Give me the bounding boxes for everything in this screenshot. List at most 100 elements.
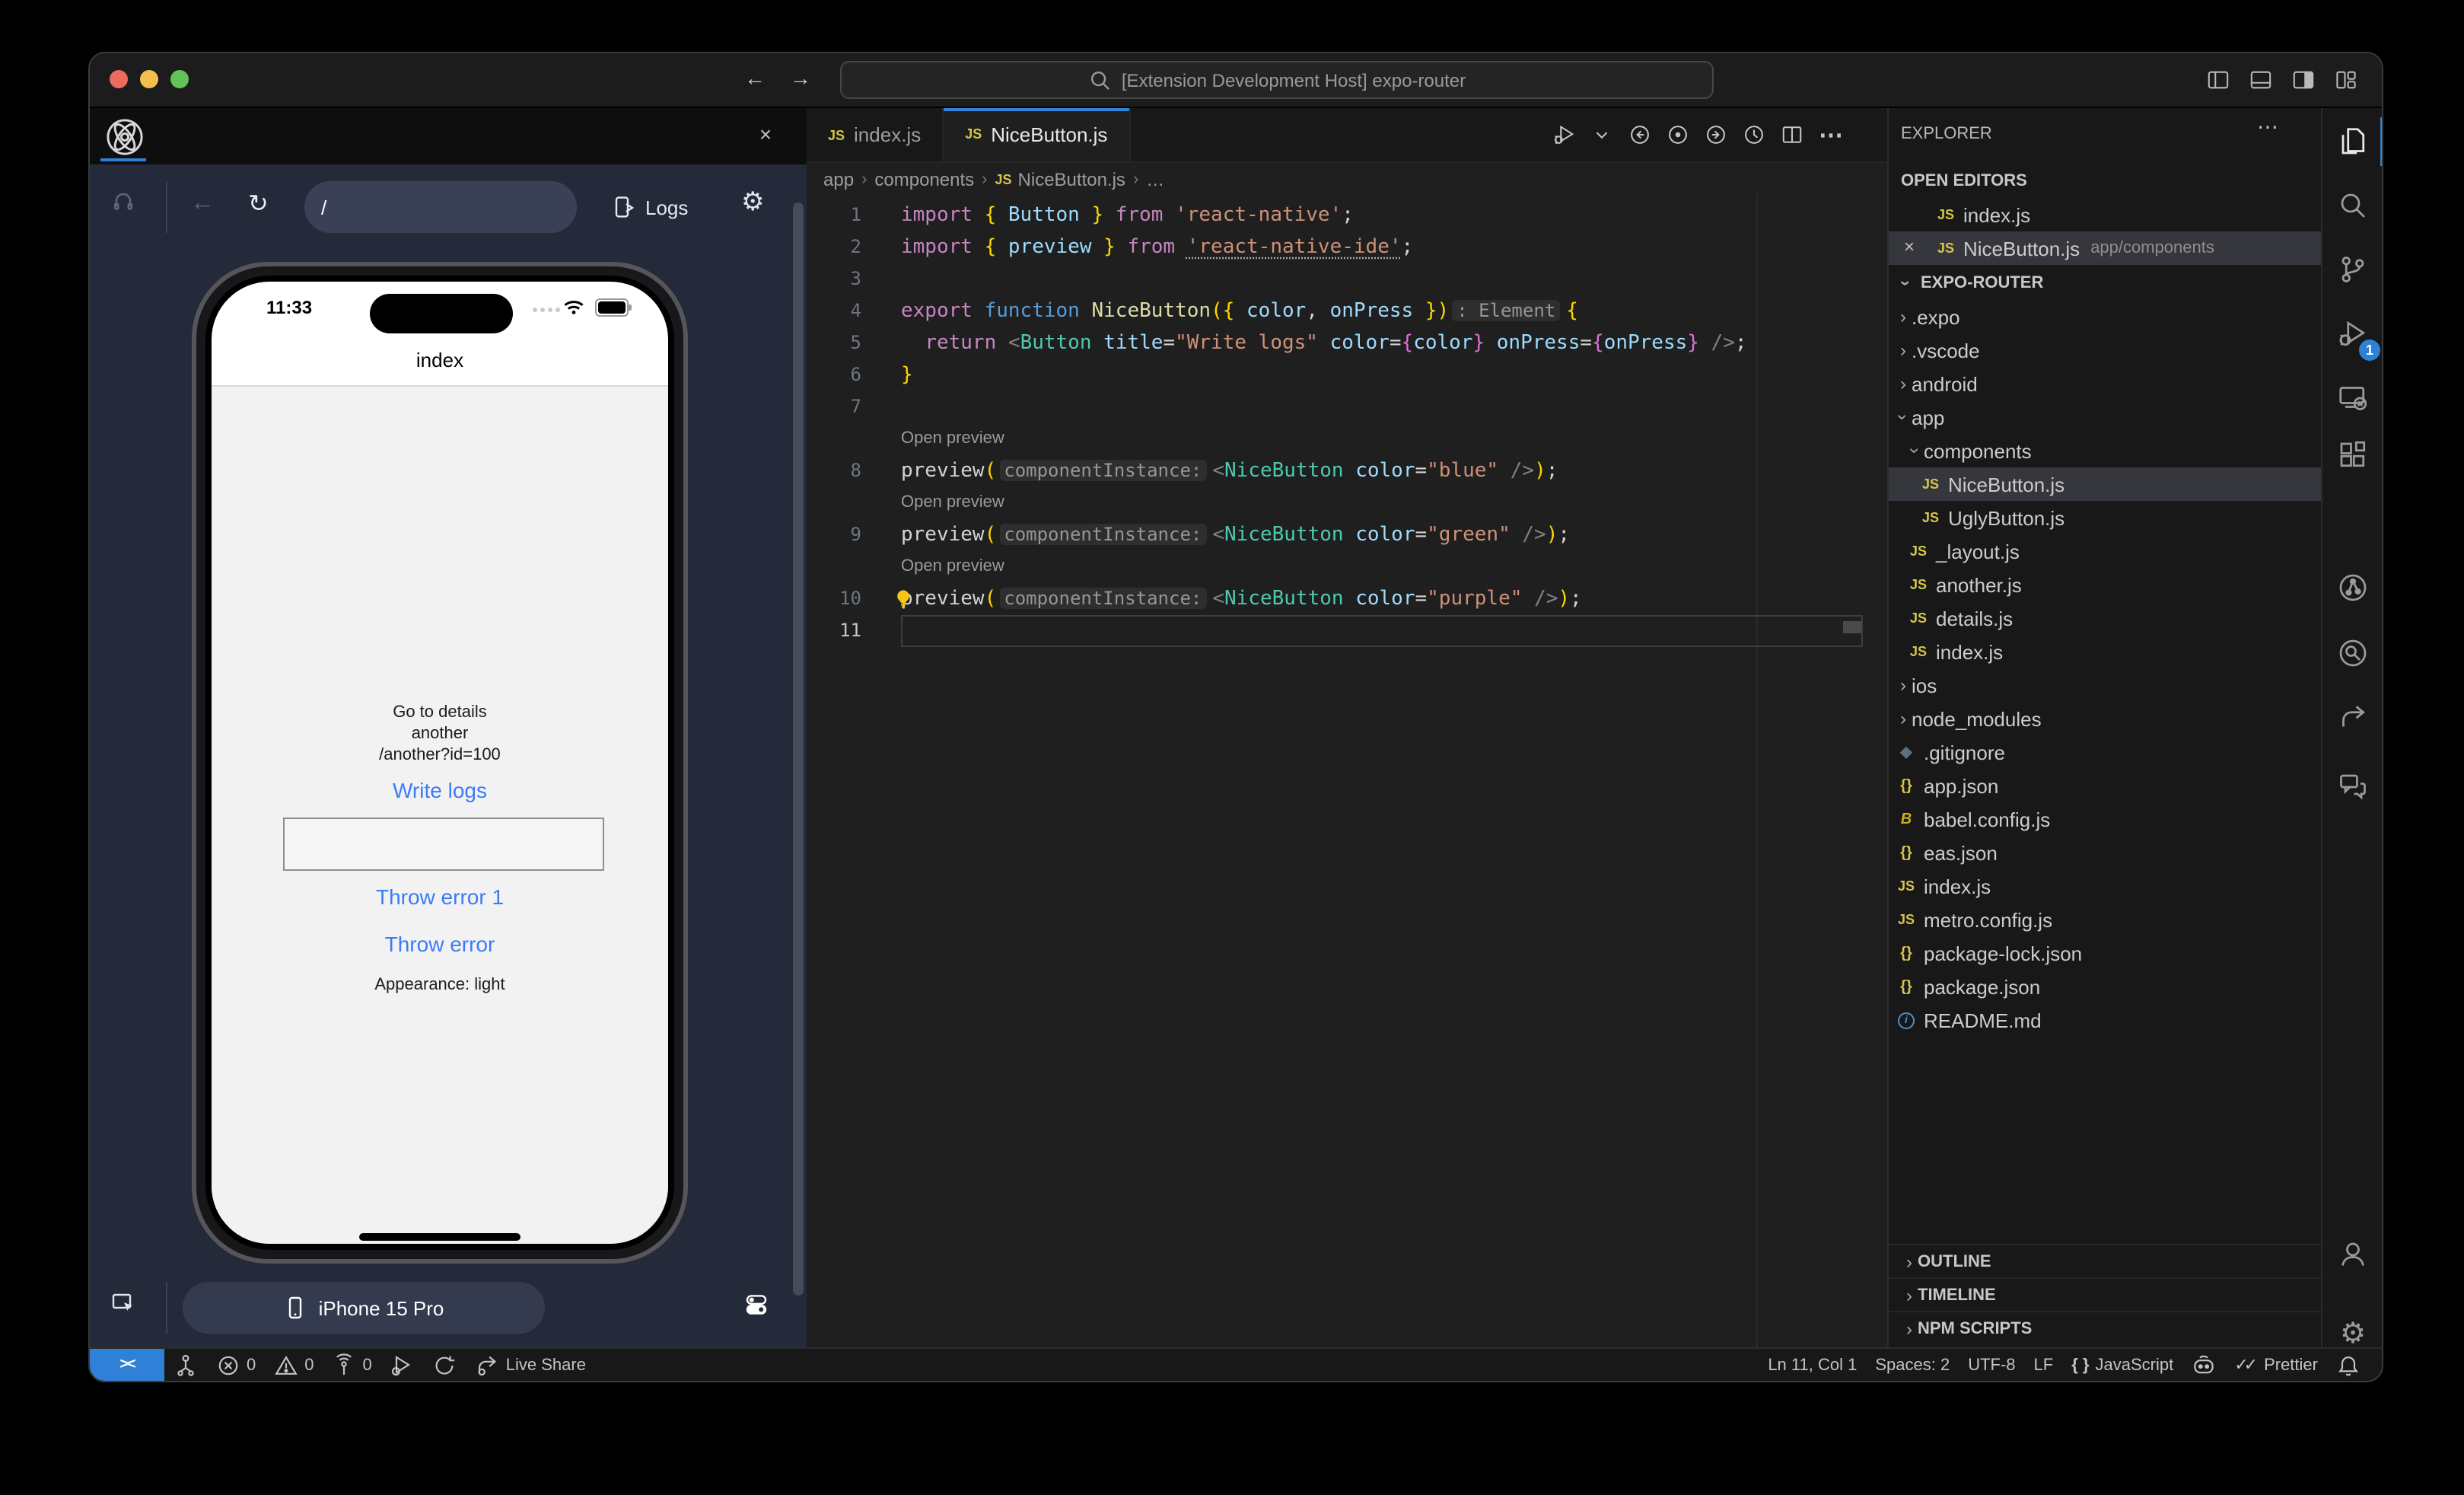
activity-explorer-icon[interactable] xyxy=(2329,117,2377,166)
lightbulb-icon[interactable] xyxy=(892,588,915,610)
activity-extensions-icon[interactable] xyxy=(2329,431,2377,480)
codelens-open-preview[interactable]: Open preview xyxy=(807,551,1887,583)
history-forward-button[interactable]: → xyxy=(790,65,811,90)
activity-source-control-icon[interactable] xyxy=(2329,245,2377,294)
throw-error-1-button[interactable]: Throw error 1 xyxy=(212,885,668,909)
open-editor-item[interactable]: ×JSNiceButton.jsapp/components xyxy=(1889,231,2321,265)
status-copilot[interactable] xyxy=(2182,1349,2225,1381)
status-remote[interactable]: >< xyxy=(90,1349,164,1381)
close-icon[interactable]: × xyxy=(752,120,779,148)
more-action-icon[interactable]: ⋯ xyxy=(1819,120,1845,150)
url-bar[interactable]: / xyxy=(304,181,577,233)
text-input[interactable] xyxy=(283,818,604,871)
open-editors-section[interactable]: OPEN EDITORS xyxy=(1901,172,2027,190)
section-timeline[interactable]: ›TIMELINE xyxy=(1889,1277,2321,1311)
tree-file-index-js[interactable]: JSindex.js xyxy=(1889,635,2321,668)
panel-left-toggle-icon[interactable] xyxy=(2207,69,2230,91)
circle-forward-action-icon[interactable] xyxy=(1705,123,1727,146)
status-live-share[interactable]: Live Share xyxy=(466,1349,595,1381)
code-editor[interactable]: 1import { Button } from 'react-native';2… xyxy=(807,193,1887,1347)
project-section[interactable]: ›EXPO-ROUTER xyxy=(1898,273,2043,294)
radon-ide-tab[interactable] xyxy=(105,117,145,157)
breadcrumb-item[interactable]: components xyxy=(874,168,974,190)
activity-settings-icon[interactable]: ⚙ xyxy=(2329,1309,2377,1358)
tree-file-package-json[interactable]: {}package.json xyxy=(1889,970,2321,1003)
tree-folder-node-modules[interactable]: ›node_modules xyxy=(1889,702,2321,735)
tree-file--layout-js[interactable]: JS_layout.js xyxy=(1889,534,2321,568)
tree-file-eas-json[interactable]: {}eas.json xyxy=(1889,836,2321,869)
status-debug-status[interactable] xyxy=(381,1349,424,1381)
status-indentation[interactable]: Spaces: 2 xyxy=(1866,1349,1959,1381)
breadcrumb[interactable]: app›components›JSNiceButton.js›… xyxy=(807,163,1887,195)
tree-file-readme-md[interactable]: iREADME.md xyxy=(1889,1003,2321,1037)
tree-file-uglybutton-js[interactable]: JSUglyButton.js xyxy=(1889,501,2321,534)
command-center-search[interactable]: [Extension Development Host] expo-router xyxy=(840,61,1714,99)
close-window-button[interactable] xyxy=(110,70,128,88)
breadcrumb-item[interactable]: JSNiceButton.js xyxy=(995,168,1125,190)
status-sync[interactable] xyxy=(424,1349,466,1381)
inspector-magnet-icon[interactable] xyxy=(111,190,135,215)
status-warnings[interactable]: 0 xyxy=(265,1349,323,1381)
status-language[interactable]: { }JavaScript xyxy=(2062,1349,2182,1381)
another-link[interactable]: another xyxy=(212,725,668,743)
tab-index-js[interactable]: JSindex.js xyxy=(807,108,944,161)
tab-nicebutton-js[interactable]: JSNiceButton.js xyxy=(944,108,1130,161)
activity-search-icon[interactable] xyxy=(2329,181,2377,230)
codelens-open-preview[interactable]: Open preview xyxy=(807,487,1887,519)
layout-toggle-icon[interactable] xyxy=(2335,69,2357,91)
logs-button[interactable]: Logs xyxy=(612,189,688,225)
tree-folder--expo[interactable]: ›.expo xyxy=(1889,300,2321,333)
activity-share-icon[interactable] xyxy=(2329,693,2377,741)
close-icon[interactable]: × xyxy=(1904,236,1915,257)
panel-bottom-toggle-icon[interactable] xyxy=(2249,69,2272,91)
activity-run-debug-icon[interactable]: 1 xyxy=(2329,309,2377,358)
tree-folder-ios[interactable]: ›ios xyxy=(1889,668,2321,702)
activity-chat-icon[interactable] xyxy=(2329,761,2377,810)
zoom-window-button[interactable] xyxy=(170,70,189,88)
tree-file-another-js[interactable]: JSanother.js xyxy=(1889,568,2321,601)
device-settings-toggles-icon[interactable] xyxy=(744,1293,769,1317)
write-logs-button[interactable]: Write logs xyxy=(212,778,668,802)
tree-folder--vscode[interactable]: ›.vscode xyxy=(1889,333,2321,367)
history-back-button[interactable]: ← xyxy=(744,65,766,90)
panel-settings-gear-icon[interactable]: ⚙ xyxy=(741,187,765,218)
open-editor-item[interactable]: JSindex.js xyxy=(1889,198,2321,231)
codelens-open-preview[interactable]: Open preview xyxy=(807,423,1887,455)
tree-folder-components[interactable]: ›components xyxy=(1889,434,2321,467)
tree-file-details-js[interactable]: JSdetails.js xyxy=(1889,601,2321,635)
throw-error-button[interactable]: Throw error xyxy=(212,932,668,956)
tree-file-metro-config-js[interactable]: JSmetro.config.js xyxy=(1889,903,2321,936)
run-debug-action-icon[interactable] xyxy=(1552,123,1575,146)
another-id-link[interactable]: /another?id=100 xyxy=(212,746,668,764)
nav-back-button[interactable]: ← xyxy=(190,190,215,218)
go-to-details-link[interactable]: Go to details xyxy=(212,703,668,722)
panel-right-toggle-icon[interactable] xyxy=(2292,69,2315,91)
tree-file-babel-config-js[interactable]: Bbabel.config.js xyxy=(1889,802,2321,836)
tree-file-nicebutton-js[interactable]: JSNiceButton.js xyxy=(1889,467,2321,501)
status-formatter[interactable]: ✓✓Prettier xyxy=(2225,1349,2327,1381)
activity-accounts-icon[interactable] xyxy=(2329,1230,2377,1279)
activity-tool-inspect-icon[interactable] xyxy=(2329,629,2377,677)
tree-file-index-js[interactable]: JSindex.js xyxy=(1889,869,2321,903)
reload-button[interactable]: ↻ xyxy=(248,189,269,219)
status-cursor-position[interactable]: Ln 11, Col 1 xyxy=(1759,1349,1866,1381)
activity-remote-device-icon[interactable] xyxy=(2329,373,2377,422)
circle-back-action-icon[interactable] xyxy=(1628,123,1651,146)
minimize-window-button[interactable] xyxy=(140,70,158,88)
tree-file-app-json[interactable]: {}app.json xyxy=(1889,769,2321,802)
status-eol[interactable]: LF xyxy=(2025,1349,2063,1381)
status-broadcast[interactable]: 0 xyxy=(323,1349,381,1381)
panel-scrollbar[interactable] xyxy=(793,202,804,1296)
tree-folder-android[interactable]: ›android xyxy=(1889,367,2321,400)
circle-dot-action-icon[interactable] xyxy=(1667,123,1689,146)
activity-tool-graph-icon[interactable] xyxy=(2329,563,2377,612)
more-actions-icon[interactable]: ⋯ xyxy=(2257,114,2278,140)
tree-file-package-lock-json[interactable]: {}package-lock.json xyxy=(1889,936,2321,970)
status-encoding[interactable]: UTF-8 xyxy=(1959,1349,2024,1381)
breadcrumb-item[interactable]: app xyxy=(823,168,854,190)
chevron-down-action-icon[interactable] xyxy=(1590,123,1613,146)
screen-inspect-icon[interactable] xyxy=(111,1291,135,1315)
section-npm-scripts[interactable]: ›NPM SCRIPTS xyxy=(1889,1311,2321,1344)
section-outline[interactable]: ›OUTLINE xyxy=(1889,1244,2321,1277)
breadcrumb-item[interactable]: … xyxy=(1146,168,1164,190)
